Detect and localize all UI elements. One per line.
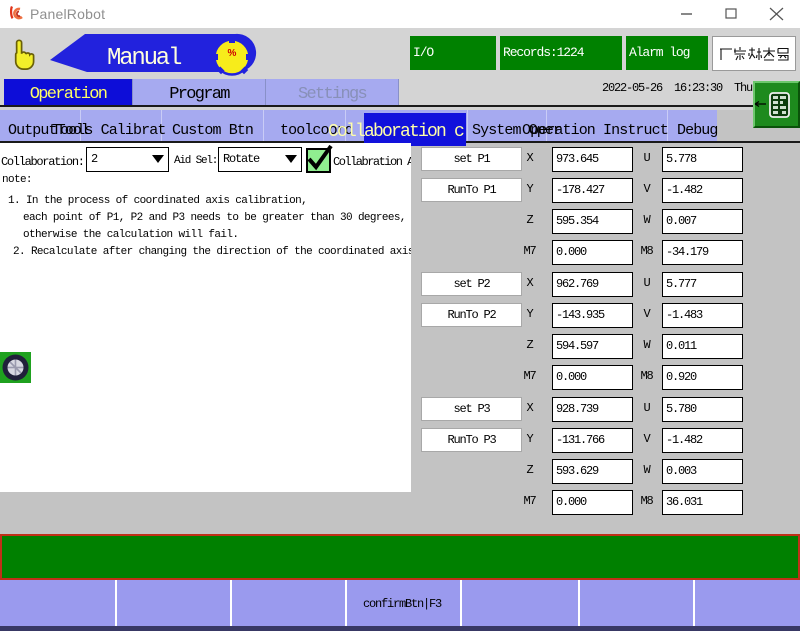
svg-text:%: % bbox=[228, 48, 237, 59]
